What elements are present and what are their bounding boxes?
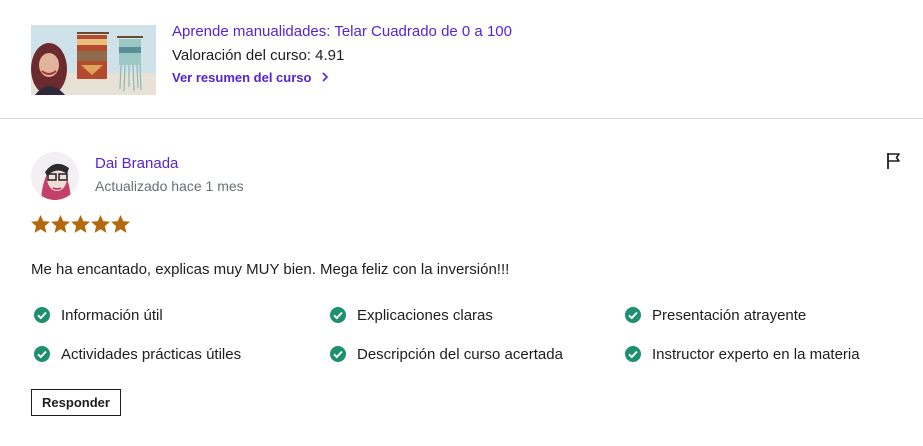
tag-label: Presentación atrayente xyxy=(652,306,807,324)
reviewer-name: Dai Branada xyxy=(95,155,179,172)
star-icon xyxy=(31,215,50,233)
star-icon xyxy=(71,215,90,233)
tag-label: Actividades prácticas útiles xyxy=(61,345,242,363)
star-icon xyxy=(91,215,110,233)
course-summary-card: Aprende manualidades: Telar Cuadrado de … xyxy=(0,0,923,119)
star-icon xyxy=(51,215,70,233)
course-rating: Valoración del curso: 4.91 xyxy=(172,47,345,64)
check-circle-icon xyxy=(34,307,50,323)
flag-icon[interactable] xyxy=(884,151,904,171)
view-course-summary-label: Ver resumen del curso xyxy=(172,70,312,85)
check-circle-icon xyxy=(330,307,346,323)
star-rating xyxy=(31,215,130,237)
course-title-link[interactable]: Aprende manualidades: Telar Cuadrado de … xyxy=(172,23,512,40)
star-icon xyxy=(111,215,130,233)
review-text: Me ha encantado, explicas muy MUY bien. … xyxy=(31,261,510,278)
tag-descripcion-acertada: Descripción del curso acertada xyxy=(329,345,563,363)
check-circle-icon xyxy=(34,346,50,362)
chevron-right-icon xyxy=(321,70,329,85)
tag-explicaciones-claras: Explicaciones claras xyxy=(329,306,493,324)
tag-actividades-practicas: Actividades prácticas útiles xyxy=(33,345,241,363)
course-thumbnail[interactable] xyxy=(31,25,156,95)
tag-label: Explicaciones claras xyxy=(357,306,493,324)
tag-label: Información útil xyxy=(61,306,163,324)
check-circle-icon xyxy=(330,346,346,362)
tag-informacion-util: Información útil xyxy=(33,306,163,324)
tag-label: Descripción del curso acertada xyxy=(357,345,563,363)
check-circle-icon xyxy=(625,346,641,362)
check-circle-icon xyxy=(625,307,641,323)
reply-button[interactable]: Responder xyxy=(31,389,121,416)
review-updated-time: Actualizado hace 1 mes xyxy=(95,178,244,194)
tag-label: Instructor experto en la materia xyxy=(652,345,860,363)
tag-presentacion-atrayente: Presentación atrayente xyxy=(624,306,806,324)
reviewer-avatar[interactable] xyxy=(31,152,79,200)
view-course-summary-link[interactable]: Ver resumen del curso xyxy=(172,70,329,85)
tag-instructor-experto: Instructor experto en la materia xyxy=(624,345,860,363)
